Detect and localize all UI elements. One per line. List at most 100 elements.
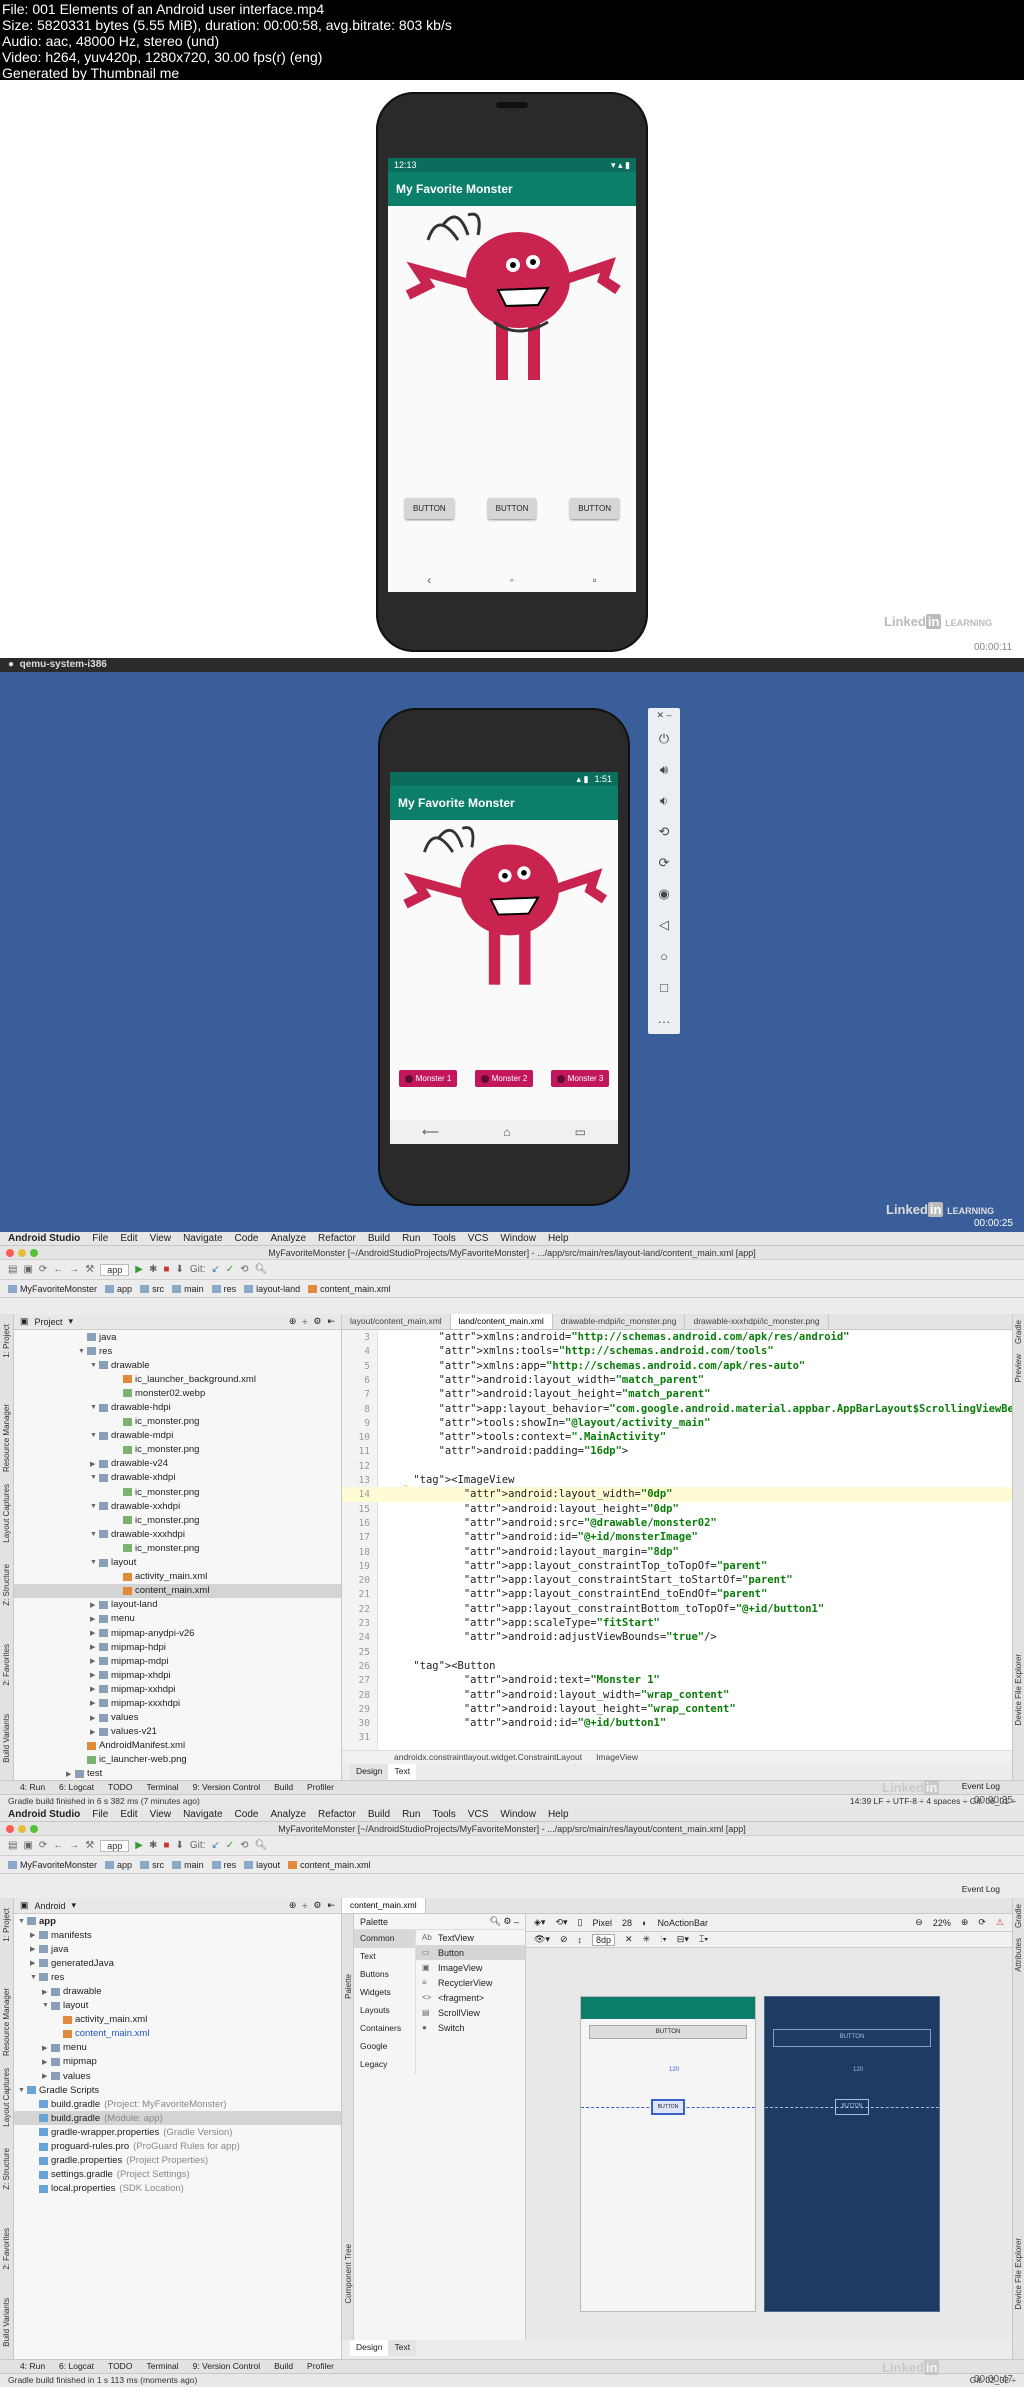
menu-item-edit[interactable]: Edit (120, 1233, 137, 1244)
chevron-down-icon[interactable]: ▼ (90, 1362, 99, 1369)
chevron-down-icon[interactable]: ▼ (90, 1432, 99, 1439)
tree-item[interactable]: activity_main.xml (14, 2013, 341, 2027)
breadcrumb-item[interactable]: app (105, 1860, 132, 1870)
chevron-right-icon[interactable]: ▶ (42, 1988, 51, 1996)
clear-constraints-icon[interactable]: ✕ (625, 1934, 633, 1945)
tree-item[interactable]: ▶ generatedJava (14, 1956, 341, 1970)
tree-item[interactable]: ▶ mipmap-xxhdpi (14, 1682, 341, 1696)
menu-item-tools[interactable]: Tools (432, 1233, 455, 1244)
chevron-right-icon[interactable]: ▶ (90, 1615, 99, 1623)
chevron-down-icon[interactable]: ▼ (78, 1348, 87, 1355)
bottom-tool-tab[interactable]: Terminal (146, 1782, 178, 1793)
button-1[interactable]: BUTTON (404, 498, 454, 519)
tree-item[interactable]: ▶ test (14, 1767, 341, 1780)
stop-icon[interactable]: ■ (163, 1264, 169, 1275)
stop-icon[interactable]: ■ (163, 1840, 169, 1851)
close-icon[interactable]: ✕ – (656, 708, 671, 723)
chevron-right-icon[interactable]: ▶ (42, 2058, 51, 2066)
search-icon[interactable]: 🔍︎ (255, 1264, 268, 1275)
chevron-down-icon[interactable]: ▾ (72, 1900, 77, 1911)
chevron-down-icon[interactable]: ▼ (90, 1531, 99, 1538)
api-select[interactable]: 28 (622, 1918, 632, 1928)
bottom-tool-tab[interactable]: Terminal (146, 2361, 178, 2372)
bottom-tool-tab[interactable]: 9: Version Control (193, 1782, 261, 1793)
tree-item[interactable]: ic_monster.png (14, 1513, 341, 1527)
menu-item-navigate[interactable]: Navigate (183, 1233, 222, 1244)
tree-item[interactable]: ▶ mipmap-xhdpi (14, 1668, 341, 1682)
rotate-right-icon[interactable]: ⟳ (659, 847, 670, 878)
left-tool-tab[interactable]: Build Variants (2, 2298, 11, 2347)
open-icon[interactable]: ▤ (8, 1840, 17, 1851)
monster-3-button[interactable]: Monster 3 (550, 1070, 610, 1087)
menu-item-help[interactable]: Help (548, 1233, 569, 1244)
breadcrumb-item[interactable]: app (105, 1284, 132, 1294)
palette-category[interactable]: Buttons (354, 1966, 415, 1984)
git-update-icon[interactable]: ↙ (211, 1264, 219, 1275)
editor-tab[interactable]: layout/content_main.xml (342, 1314, 451, 1329)
tab-text[interactable]: Text (388, 1764, 417, 1780)
hide-icon[interactable]: ⇤ (327, 1316, 335, 1327)
tree-item[interactable]: ▶ menu (14, 1612, 341, 1626)
palette-item[interactable]: ▣ ImageView (416, 1960, 525, 1975)
tree-item[interactable]: ic_monster.png (14, 1415, 341, 1429)
menu-item-edit[interactable]: Edit (120, 1809, 137, 1820)
theme-icon[interactable]: ◐ (642, 1918, 647, 1928)
palette-item[interactable]: <> <fragment> (416, 1990, 525, 2005)
overview-icon[interactable]: □ (660, 972, 668, 1003)
pack-icon[interactable]: ⫶▾ (660, 1934, 667, 1945)
tree-item[interactable]: gradle-wrapper.properties (Gradle Version… (14, 2125, 341, 2139)
git-history-icon[interactable]: ⟲ (240, 1264, 248, 1275)
home-icon[interactable]: ◦ (510, 573, 514, 587)
rotate-left-icon[interactable]: ⟲ (659, 816, 670, 847)
debug-icon[interactable]: ✱ (149, 1264, 157, 1275)
minimize-window-icon[interactable] (18, 1249, 26, 1257)
menu-item-vcs[interactable]: VCS (468, 1233, 489, 1244)
chevron-down-icon[interactable]: ▼ (30, 1974, 39, 1981)
bottom-tool-tab[interactable]: Build (274, 1782, 293, 1793)
chevron-down-icon[interactable]: ▼ (90, 1404, 99, 1411)
menu-item-tools[interactable]: Tools (432, 1809, 455, 1820)
chevron-right-icon[interactable]: ▶ (30, 1959, 39, 1967)
maximize-window-icon[interactable] (30, 1825, 38, 1833)
chevron-right-icon[interactable]: ▶ (90, 1643, 99, 1651)
right-tool-tab[interactable]: Device File Explorer (1014, 2238, 1023, 2310)
chevron-down-icon[interactable]: ▼ (18, 2087, 27, 2094)
camera-icon[interactable]: ◉ (658, 879, 669, 910)
chevron-down-icon[interactable]: ▼ (90, 1559, 99, 1566)
menu-item-view[interactable]: View (150, 1233, 172, 1244)
bottom-tool-tab[interactable]: TODO (108, 1782, 132, 1793)
tree-item[interactable]: ▼ res (14, 1970, 341, 1984)
minimize-window-icon[interactable] (18, 1825, 26, 1833)
breadcrumb-item[interactable]: content_main.xml (288, 1860, 371, 1870)
git-update-icon[interactable]: ↙ (211, 1840, 219, 1851)
open-icon[interactable]: ▤ (8, 1264, 17, 1275)
project-view-select[interactable]: Android (35, 1901, 66, 1911)
menu-item-android-studio[interactable]: Android Studio (8, 1809, 80, 1820)
editor-tab[interactable]: drawable-xxxhdpi/ic_monster.png (685, 1314, 829, 1329)
left-tool-tab[interactable]: 2: Favorites (2, 1644, 11, 1686)
palette-item[interactable]: ● Switch (416, 2020, 525, 2035)
menu-item-run[interactable]: Run (402, 1233, 420, 1244)
bottom-tool-tab[interactable]: 4: Run (20, 2361, 45, 2372)
palette-category[interactable]: Text (354, 1948, 415, 1966)
tree-item[interactable]: ▶ mipmap-mdpi (14, 1654, 341, 1668)
home-icon[interactable]: ⌂ (503, 1125, 510, 1139)
back-icon[interactable]: ⟵ (422, 1125, 439, 1139)
menu-item-build[interactable]: Build (368, 1233, 390, 1244)
chevron-down-icon[interactable]: ▼ (90, 1474, 99, 1481)
tree-item[interactable]: ▼ drawable (14, 1358, 341, 1372)
build-icon[interactable]: ⚒ (85, 1840, 94, 1851)
palette-item[interactable]: ▤ ScrollView (416, 2005, 525, 2020)
recents-icon[interactable]: ▫ (592, 573, 596, 587)
event-log-button[interactable]: Event Log (962, 1884, 1000, 1894)
tree-item[interactable]: monster02.webp (14, 1386, 341, 1400)
home-icon[interactable]: ○ (660, 941, 668, 972)
right-tool-tab[interactable]: Device File Explorer (1014, 1654, 1023, 1726)
monster-2-button[interactable]: Monster 2 (474, 1070, 534, 1087)
right-tool-tab[interactable]: Preview (1014, 1354, 1023, 1382)
chevron-right-icon[interactable]: ▶ (30, 1931, 39, 1939)
left-tool-tab[interactable]: 2: Favorites (2, 2228, 11, 2270)
chevron-right-icon[interactable]: ▶ (90, 1629, 99, 1637)
tree-item[interactable]: ▶ values (14, 2069, 341, 2083)
maximize-window-icon[interactable] (30, 1249, 38, 1257)
